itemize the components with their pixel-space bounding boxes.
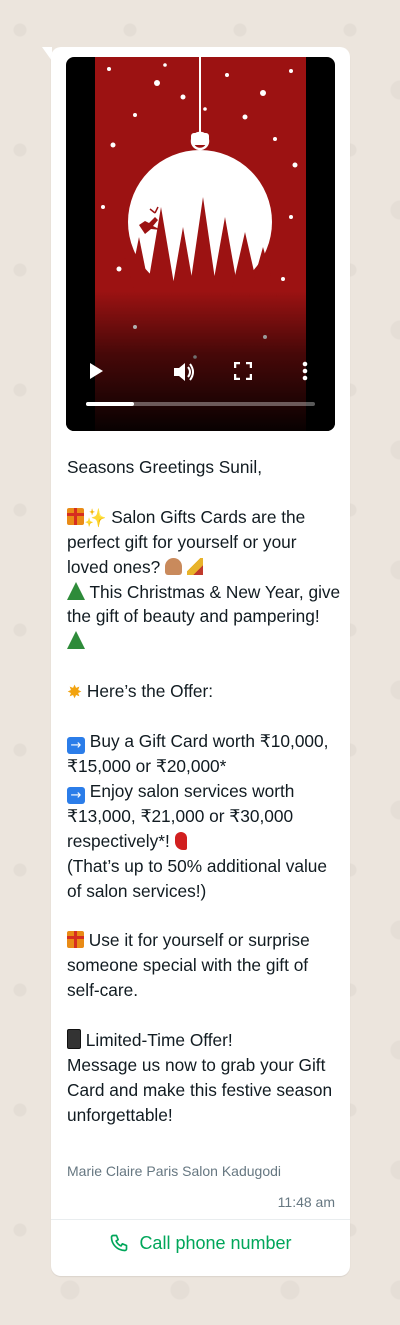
more-options-icon[interactable] <box>302 361 308 386</box>
phone-icon <box>109 1233 129 1253</box>
christmas-tree-icon <box>67 631 85 650</box>
sparkles-icon: ✨ <box>84 507 107 529</box>
call-phone-label: Call phone number <box>139 1232 292 1253</box>
cta-text: Message us now to grab your Gift Card an… <box>67 1054 333 1125</box>
video-progress-fill <box>86 402 135 406</box>
hair-treatment-icon <box>165 557 183 575</box>
christmas-text: This Christmas & New Year, give the gift… <box>67 581 341 627</box>
video-progress-bar[interactable] <box>86 402 315 406</box>
fullscreen-icon[interactable] <box>233 361 253 385</box>
limited-offer-text: Limited-Time Offer! <box>81 1030 233 1051</box>
message-text: Seasons Greetings Sunil, ✨ Salon Gifts C… <box>67 455 342 1128</box>
message-time: 11:48 am <box>277 1194 335 1210</box>
video-controls-gradient <box>66 291 335 431</box>
call-phone-button[interactable]: Call phone number <box>51 1220 350 1266</box>
dancer-icon <box>174 831 187 850</box>
nail-polish-icon <box>186 557 203 575</box>
self-care-text: Use it for yourself or surprise someone … <box>67 930 310 1001</box>
christmas-tree-icon <box>67 581 85 600</box>
sender-name: Marie Claire Paris Salon Kadugodi <box>67 1163 281 1179</box>
offer-buy-text: Buy a Gift Card worth ₹10,000, ₹15,000 o… <box>67 730 329 776</box>
greeting-text: Seasons Greetings Sunil, <box>67 457 263 477</box>
offer-note-text: (That’s up to 50% additional value of sa… <box>67 855 328 901</box>
offer-heading-text: Here’s the Offer: <box>82 681 214 702</box>
gift-icon <box>67 507 84 525</box>
mobile-phone-icon <box>67 1029 81 1050</box>
arrow-right-icon: → <box>67 736 85 754</box>
burst-icon: ✸ <box>67 682 83 704</box>
video-player[interactable] <box>66 57 335 431</box>
arrow-right-icon: → <box>67 786 85 804</box>
play-icon[interactable] <box>88 362 104 385</box>
gift-icon <box>67 931 84 949</box>
volume-icon[interactable] <box>172 361 196 388</box>
